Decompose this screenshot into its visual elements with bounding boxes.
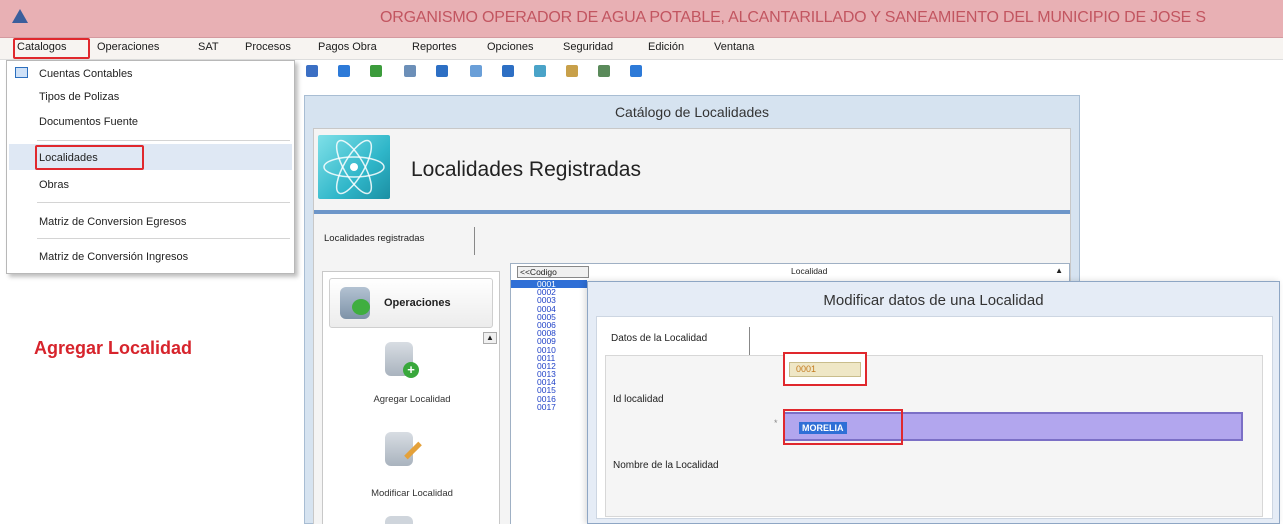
annotation-label: Agregar Localidad <box>34 338 193 358</box>
app-logo-icon <box>12 9 28 23</box>
toolbar-sheet-icon[interactable] <box>502 65 514 77</box>
menu-ventana[interactable]: Ventana <box>714 41 754 53</box>
catalogos-highlight <box>13 38 90 59</box>
menu-operaciones[interactable]: Operaciones <box>97 41 159 53</box>
toolbar-tree-icon[interactable] <box>370 65 382 77</box>
toolbar <box>296 60 1283 86</box>
window-title: ORGANISMO OPERADOR DE AGUA POTABLE, ALCA… <box>380 9 1206 26</box>
menu-item-matriz-ingresos[interactable]: Matriz de Conversión Ingresos <box>39 251 188 263</box>
tab-localidades-registradas[interactable]: Localidades registradas <box>324 233 424 244</box>
menu-item-documentos-fuente[interactable]: Documentos Fuente <box>39 116 138 128</box>
menu-reportes[interactable]: Reportes <box>412 41 457 53</box>
atom-logo-icon <box>318 135 390 199</box>
toolbar-cart-icon[interactable] <box>404 65 416 77</box>
plus-badge-icon: + <box>403 362 419 378</box>
menu-opciones[interactable]: Opciones <box>487 41 533 53</box>
dialog-title: Modificar datos de una Localidad <box>823 292 1044 309</box>
modify-location-label[interactable]: Modificar Localidad <box>323 488 501 499</box>
menu-item-matriz-egresos[interactable]: Matriz de Conversion Egresos <box>39 216 186 228</box>
menu-item-tipos-de-polizas[interactable]: Tipos de Polizas <box>39 91 119 103</box>
app-screen: ORGANISMO OPERADOR DE AGUA POTABLE, ALCA… <box>0 0 1283 524</box>
name-field-label: Nombre de la Localidad <box>613 460 719 471</box>
id-field-highlight: 0001 <box>783 352 867 386</box>
dropdown-separator <box>37 238 290 239</box>
add-location-label[interactable]: Agregar Localidad <box>323 394 501 405</box>
toolbar-people-icon[interactable] <box>534 65 546 77</box>
modify-location-icon[interactable] <box>385 432 413 466</box>
menu-bar: Catalogos Operaciones SAT Procesos Pagos… <box>0 38 1283 60</box>
sort-arrow-icon[interactable]: ▲ <box>1055 266 1063 275</box>
toolbar-money-icon[interactable] <box>338 65 350 77</box>
menu-sat[interactable]: SAT <box>198 41 219 53</box>
dropdown-separator <box>37 140 290 141</box>
menu-seguridad[interactable]: Seguridad <box>563 41 613 53</box>
toolbar-globe-icon[interactable] <box>630 65 642 77</box>
scroll-up-button[interactable]: ▲ <box>483 332 497 344</box>
operations-header[interactable]: Operaciones <box>329 278 493 328</box>
toolbar-report-icon[interactable] <box>598 65 610 77</box>
toolbar-folder-icon[interactable] <box>566 65 578 77</box>
menu-item-obras[interactable]: Obras <box>39 179 69 191</box>
banner-divider <box>314 210 1070 214</box>
next-operation-icon[interactable] <box>385 516 413 524</box>
menu-pagos-obra[interactable]: Pagos Obra <box>318 41 377 53</box>
name-field-highlight <box>783 409 903 445</box>
operations-title: Operaciones <box>384 297 451 309</box>
code-row[interactable]: 0017 <box>511 402 587 411</box>
operations-panel: Operaciones ▲ + Agregar Localidad Modifi… <box>322 271 500 524</box>
menu-edicion[interactable]: Edición <box>648 41 684 53</box>
code-column: 0001 0002 0003 0004 0005 0006 0008 0009 0010 0011… <box>511 280 587 411</box>
refresh-arrow-icon <box>352 299 370 315</box>
localidades-highlight <box>35 145 144 170</box>
tab-datos-localidad[interactable]: Datos de la Localidad <box>611 333 707 344</box>
id-field-label: Id localidad <box>613 394 664 405</box>
modify-location-dialog: Modificar datos de una Localidad Datos d… <box>587 281 1280 524</box>
catalog-window-title: Catálogo de Localidades <box>614 104 770 120</box>
location-column-header[interactable]: Localidad <box>791 266 827 276</box>
code-column-header[interactable]: <<Codigo <box>517 266 589 278</box>
toolbar-document-icon[interactable] <box>470 65 482 77</box>
grid-icon <box>15 67 28 78</box>
tab-divider <box>474 227 475 255</box>
required-mark: * <box>774 418 778 428</box>
id-field[interactable]: 0001 <box>789 362 861 377</box>
toolbar-icon-1[interactable] <box>306 65 318 77</box>
tab-divider <box>749 327 750 355</box>
toolbar-calendar-icon[interactable] <box>436 65 448 77</box>
menu-item-cuentas-contables[interactable]: Cuentas Contables <box>39 68 133 80</box>
title-bar: ORGANISMO OPERADOR DE AGUA POTABLE, ALCA… <box>0 0 1283 38</box>
catalogos-dropdown: Cuentas Contables Tipos de Polizas Docum… <box>6 60 295 274</box>
banner-title: Localidades Registradas <box>411 158 641 181</box>
menu-procesos[interactable]: Procesos <box>245 41 291 53</box>
dropdown-separator <box>37 202 290 203</box>
